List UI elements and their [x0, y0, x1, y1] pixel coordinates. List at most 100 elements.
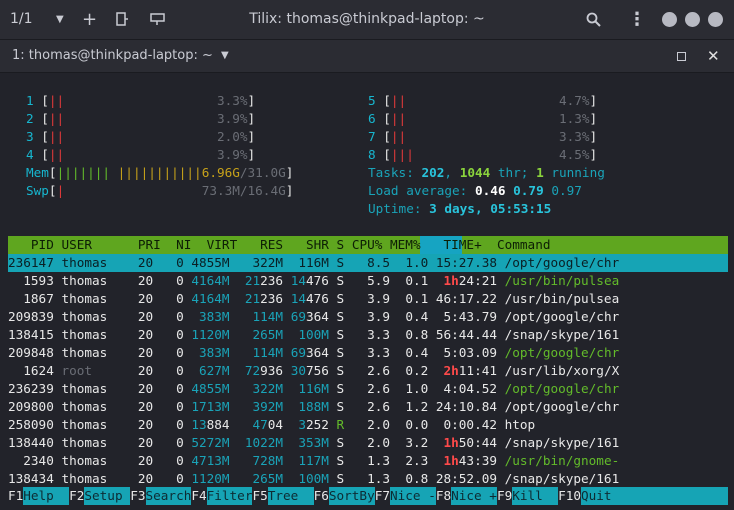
fkey-label[interactable]: Kill [512, 487, 558, 505]
process-command: /opt/google/chr [504, 255, 620, 270]
process-row[interactable]: 1867 thomas 20 0 4164M 21236 14476 S 3.9… [8, 290, 619, 308]
session-counter[interactable]: 1/1 [10, 0, 33, 39]
maximize-icon[interactable] [685, 12, 700, 27]
process-command: htop [504, 417, 536, 432]
process-shr: 100M [298, 471, 329, 486]
cpu-meter: 7 [|| 3.3%] [368, 129, 598, 144]
fkey-label[interactable]: Tree [268, 487, 314, 505]
process-row[interactable]: 138440 thomas 20 0 5272M 1022M 353M S 2.… [8, 434, 619, 452]
close-window-icon[interactable] [708, 12, 723, 27]
tab-menu-chevron-icon[interactable]: ▼ [221, 40, 229, 72]
column-pri[interactable]: PRI [138, 237, 161, 252]
process-row[interactable]: 209839 thomas 20 0 383M 114M 69364 S 3.9… [8, 308, 619, 326]
fkey-f5[interactable]: F5 [252, 487, 267, 505]
column-virt[interactable]: VIRT [207, 237, 238, 252]
process-time: 5:43.79 [443, 309, 497, 324]
search-icon[interactable] [586, 0, 601, 39]
column-mem[interactable]: MEM% [390, 237, 421, 252]
process-cpu: 1.3 [367, 453, 391, 468]
split-vertical-icon[interactable] [150, 0, 166, 39]
maximize-terminal-icon[interactable] [677, 52, 686, 61]
menu-icon[interactable]: ⋮ [628, 0, 646, 39]
process-row[interactable]: 138434 thomas 20 0 1120M 265M 100M S 1.3… [8, 470, 619, 488]
process-row[interactable]: 2340 thomas 20 0 4713M 728M 117M S 1.3 2… [8, 452, 619, 470]
process-pid: 138434 [8, 471, 54, 486]
fkey-f1[interactable]: F1 [8, 487, 23, 505]
process-pid: 138415 [8, 327, 54, 342]
minimize-icon[interactable] [662, 12, 677, 27]
column-command[interactable]: Command [497, 237, 550, 252]
process-cpu: 2.0 [367, 435, 391, 450]
fkey-f2[interactable]: F2 [69, 487, 84, 505]
column-cpu[interactable]: CPU% [352, 237, 383, 252]
column-ni[interactable]: NI [176, 237, 191, 252]
fkey-label[interactable]: Nice - [390, 487, 436, 505]
split-terminal-icon[interactable] [115, 0, 129, 39]
window-title: Tilix: thomas@thinkpad-laptop: ~ [249, 11, 485, 27]
fkey-f4[interactable]: F4 [191, 487, 206, 505]
process-pri: 20 [137, 453, 154, 468]
process-row[interactable]: 1593 thomas 20 0 4164M 21236 14476 S 5.9… [8, 272, 619, 290]
process-mem: 0.2 [405, 363, 429, 378]
process-pri: 20 [137, 363, 154, 378]
column-headers[interactable]: PID USER PRI NI VIRT RES SHR S CPU% MEM%… [8, 236, 551, 254]
column-pid[interactable]: PID [31, 237, 54, 252]
terminal-tab-title[interactable]: 1: thomas@thinkpad-laptop: ~ [12, 40, 213, 72]
column-time[interactable]: TIME+ [444, 237, 482, 252]
fkey-label[interactable]: Setup [84, 487, 130, 505]
chevron-down-icon[interactable]: ▼ [56, 0, 64, 39]
terminal-area[interactable]: 1 [|| 3.3%] 2 [|| 3.9%] 3 [|| 2.0%] 4 [|… [0, 73, 734, 510]
process-pid: 209800 [8, 399, 54, 414]
process-mem: 0.1 [405, 291, 429, 306]
process-shr: 69 [290, 345, 306, 360]
process-pid: 258090 [8, 417, 54, 432]
process-ni: 0 [176, 345, 184, 360]
process-user: thomas [61, 273, 108, 288]
fkey-label[interactable]: Filter [207, 487, 253, 505]
fkey-label[interactable]: SortBy [329, 487, 375, 505]
process-ni: 0 [176, 381, 184, 396]
fkey-f9[interactable]: F9 [497, 487, 512, 505]
add-terminal-icon[interactable]: + [82, 0, 97, 39]
column-res[interactable]: RES [260, 237, 283, 252]
process-mem: 0.4 [405, 345, 429, 360]
process-row[interactable]: 138415 thomas 20 0 1120M 265M 100M S 3.3… [8, 326, 619, 344]
process-pid: 1593 [23, 273, 54, 288]
process-mem: 2.3 [405, 453, 429, 468]
process-row[interactable]: 236239 thomas 20 0 4855M 322M 116M S 2.6… [8, 380, 619, 398]
process-ni: 0 [176, 291, 184, 306]
process-row[interactable]: 236147 thomas 20 0 4855M 322M 116M S 8.5… [8, 254, 619, 272]
process-time: 1h [443, 273, 459, 288]
process-res: 322M [252, 381, 284, 396]
process-virt: 4164M [191, 291, 230, 306]
process-cpu: 2.6 [367, 363, 391, 378]
process-mem: 1.2 [405, 399, 429, 414]
fkey-f10[interactable]: F10 [558, 487, 581, 505]
column-shr[interactable]: SHR [306, 237, 329, 252]
process-command: /opt/google/chr [504, 345, 620, 360]
process-ni: 0 [176, 435, 184, 450]
uptime: Uptime: 3 days, 05:53:15 [368, 201, 552, 216]
process-shr: 14 [290, 291, 306, 306]
fkey-label[interactable]: Help [23, 487, 69, 505]
close-terminal-icon[interactable]: ✕ [707, 40, 720, 72]
process-row[interactable]: 209800 thomas 20 0 1713M 392M 188M S 2.6… [8, 398, 619, 416]
process-shr: 3 [298, 417, 306, 432]
process-row[interactable]: 209848 thomas 20 0 383M 114M 69364 S 3.3… [8, 344, 619, 362]
fkey-label[interactable]: Search [146, 487, 192, 505]
process-pri: 20 [137, 327, 154, 342]
process-row[interactable]: 258090 thomas 20 0 13884 4704 3252 R 2.0… [8, 416, 535, 434]
cpu-meter: 4 [|| 3.9%] [26, 147, 256, 162]
fkey-label[interactable]: Quit [581, 487, 612, 505]
fkey-f6[interactable]: F6 [314, 487, 329, 505]
column-user[interactable]: USER [61, 237, 92, 252]
fkey-f8[interactable]: F8 [436, 487, 451, 505]
fkey-label[interactable]: Nice + [451, 487, 497, 505]
fkey-f3[interactable]: F3 [130, 487, 145, 505]
process-ni: 0 [176, 453, 184, 468]
process-row[interactable]: 1624 root 20 0 627M 72936 30756 S 2.6 0.… [8, 362, 619, 380]
load-average: Load average: 0.46 0.79 0.97 [368, 183, 582, 198]
process-user: root [61, 363, 93, 378]
process-ni: 0 [176, 327, 184, 342]
fkey-f7[interactable]: F7 [375, 487, 390, 505]
